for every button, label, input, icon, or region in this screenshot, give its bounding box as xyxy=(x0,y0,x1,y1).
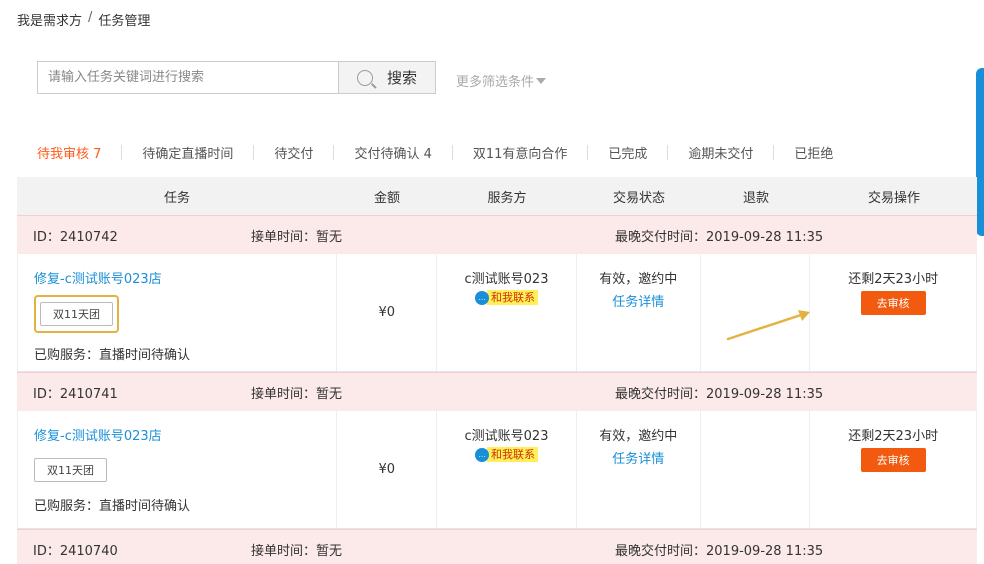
order-id: ID：2410740 xyxy=(33,543,118,559)
task-detail-link[interactable]: 任务详情 xyxy=(577,448,700,467)
chat-bubble-icon: … xyxy=(475,290,489,305)
task-tag: 双11天团 xyxy=(34,458,107,482)
more-filters-toggle[interactable]: 更多筛选条件 xyxy=(456,71,547,90)
remaining-time: 还剩2天23小时 xyxy=(848,429,939,444)
remaining-time: 还剩2天23小时 xyxy=(848,272,939,287)
tab-pending-live-time[interactable]: 待确定直播时间 xyxy=(142,143,233,162)
table-header: 任务 金额 服务方 交易状态 退款 交易操作 xyxy=(17,177,977,215)
order-header: ID：2410742 接单时间：暂无 最晚交付时间：2019-09-28 11:… xyxy=(17,215,977,254)
purchased-service: 已购服务：直播时间待确认 xyxy=(34,499,191,514)
tab-divider xyxy=(121,145,123,160)
caret-down-icon xyxy=(536,77,547,84)
order-row: 修复-c测试账号023店 双11天团 已购服务：直播时间待确认 ¥0 c测试账号… xyxy=(17,254,977,372)
task-name-link[interactable]: 修复-c测试账号023店 xyxy=(34,268,162,287)
provider-name: c测试账号023 xyxy=(464,272,549,287)
tab-overdue[interactable]: 逾期未交付 xyxy=(688,143,753,162)
order-row: 修复-c测试账号023店 双11天团 已购服务：直播时间待确认 ¥0 c测试账号… xyxy=(17,411,977,529)
task-tag: 双11天团 xyxy=(40,302,113,326)
breadcrumb: 我是需求方 / 任务管理 xyxy=(17,10,150,29)
task-cell: 修复-c测试账号023店 双11天团 已购服务：直播时间待确认 xyxy=(18,411,338,528)
trade-status: 有效，邀约中 xyxy=(599,272,678,287)
amount-cell: ¥0 xyxy=(337,254,438,371)
contact-me-label: 和我联系 xyxy=(487,290,538,305)
tab-delivery-confirm[interactable]: 交付待确认 4 xyxy=(354,143,431,162)
annotation-arrow-icon xyxy=(726,310,810,341)
header-operation: 交易操作 xyxy=(867,190,920,206)
tab-divider xyxy=(451,145,453,160)
purchased-service: 已购服务：直播时间待确认 xyxy=(34,348,191,363)
tab-pending-review[interactable]: 待我审核 7 xyxy=(37,143,101,162)
breadcrumb-separator: / xyxy=(88,10,93,25)
tab-pending-delivery[interactable]: 待交付 xyxy=(274,143,313,162)
tab-divider xyxy=(773,145,775,160)
review-button[interactable]: 去审核 xyxy=(860,291,926,315)
tab-rejected[interactable]: 已拒绝 xyxy=(794,143,833,162)
order-id: ID：2410741 xyxy=(33,386,118,402)
provider-name: c测试账号023 xyxy=(464,429,549,444)
header-refund: 退款 xyxy=(742,190,769,206)
provider-cell: c测试账号023 … 和我联系 xyxy=(437,254,577,371)
tab-divider xyxy=(667,145,669,160)
more-filters-label: 更多筛选条件 xyxy=(456,75,535,90)
tab-divider xyxy=(333,145,335,160)
search-button-label: 搜索 xyxy=(386,69,417,87)
tab-double11-intent[interactable]: 双11有意向合作 xyxy=(473,143,568,162)
tab-divider xyxy=(587,145,589,160)
breadcrumb-current: 任务管理 xyxy=(98,14,151,29)
status-cell: 有效，邀约中 任务详情 xyxy=(577,254,701,371)
search-input[interactable] xyxy=(38,62,339,93)
search-button[interactable]: 搜索 xyxy=(338,61,436,94)
search-box xyxy=(37,61,339,94)
review-button[interactable]: 去审核 xyxy=(860,448,926,472)
order-deadline: 最晚交付时间：2019-09-28 11:35 xyxy=(615,543,824,559)
task-detail-link[interactable]: 任务详情 xyxy=(577,291,700,310)
contact-me-label: 和我联系 xyxy=(487,447,538,462)
header-provider: 服务方 xyxy=(487,190,527,206)
operation-cell: 还剩2天23小时 去审核 xyxy=(810,411,976,528)
tab-completed[interactable]: 已完成 xyxy=(608,143,647,162)
task-cell: 修复-c测试账号023店 双11天团 已购服务：直播时间待确认 xyxy=(18,254,338,371)
contact-me-button[interactable]: … 和我联系 xyxy=(475,290,538,305)
contact-me-button[interactable]: … 和我联系 xyxy=(475,447,538,462)
order-id: ID：2410742 xyxy=(33,229,118,245)
order-take-time: 接单时间：暂无 xyxy=(251,543,343,559)
status-tabs: 待我审核 7 待确定直播时间 待交付 交付待确认 4 双11有意向合作 已完成 … xyxy=(37,143,833,162)
operation-cell: 还剩2天23小时 去审核 xyxy=(810,254,976,371)
header-task: 任务 xyxy=(163,190,190,206)
amount-cell: ¥0 xyxy=(337,411,438,528)
trade-status: 有效，邀约中 xyxy=(599,429,678,444)
side-panel-tab[interactable] xyxy=(976,68,984,236)
order-take-time: 接单时间：暂无 xyxy=(251,229,343,245)
order-header: ID：2410740 接单时间：暂无 最晚交付时间：2019-09-28 11:… xyxy=(17,529,977,564)
header-amount: 金额 xyxy=(373,190,400,206)
order-deadline: 最晚交付时间：2019-09-28 11:35 xyxy=(615,229,824,245)
tab-divider xyxy=(253,145,255,160)
chat-bubble-icon: … xyxy=(475,447,489,462)
order-header: ID：2410741 接单时间：暂无 最晚交付时间：2019-09-28 11:… xyxy=(17,372,977,411)
refund-cell xyxy=(701,411,811,528)
provider-cell: c测试账号023 … 和我联系 xyxy=(437,411,577,528)
search-icon xyxy=(356,69,373,86)
orders-table: 任务 金额 服务方 交易状态 退款 交易操作 ID：2410742 接单时间：暂… xyxy=(17,177,977,564)
tag-highlight-box: 双11天团 xyxy=(34,295,119,333)
order-take-time: 接单时间：暂无 xyxy=(251,386,343,402)
task-management-page: 我是需求方 / 任务管理 搜索 更多筛选条件 待我审核 7 待确定直播时间 待交… xyxy=(0,0,984,564)
order-deadline: 最晚交付时间：2019-09-28 11:35 xyxy=(615,386,824,402)
header-status: 交易状态 xyxy=(612,190,665,206)
status-cell: 有效，邀约中 任务详情 xyxy=(577,411,701,528)
breadcrumb-root[interactable]: 我是需求方 xyxy=(17,10,82,29)
task-name-link[interactable]: 修复-c测试账号023店 xyxy=(34,425,162,444)
